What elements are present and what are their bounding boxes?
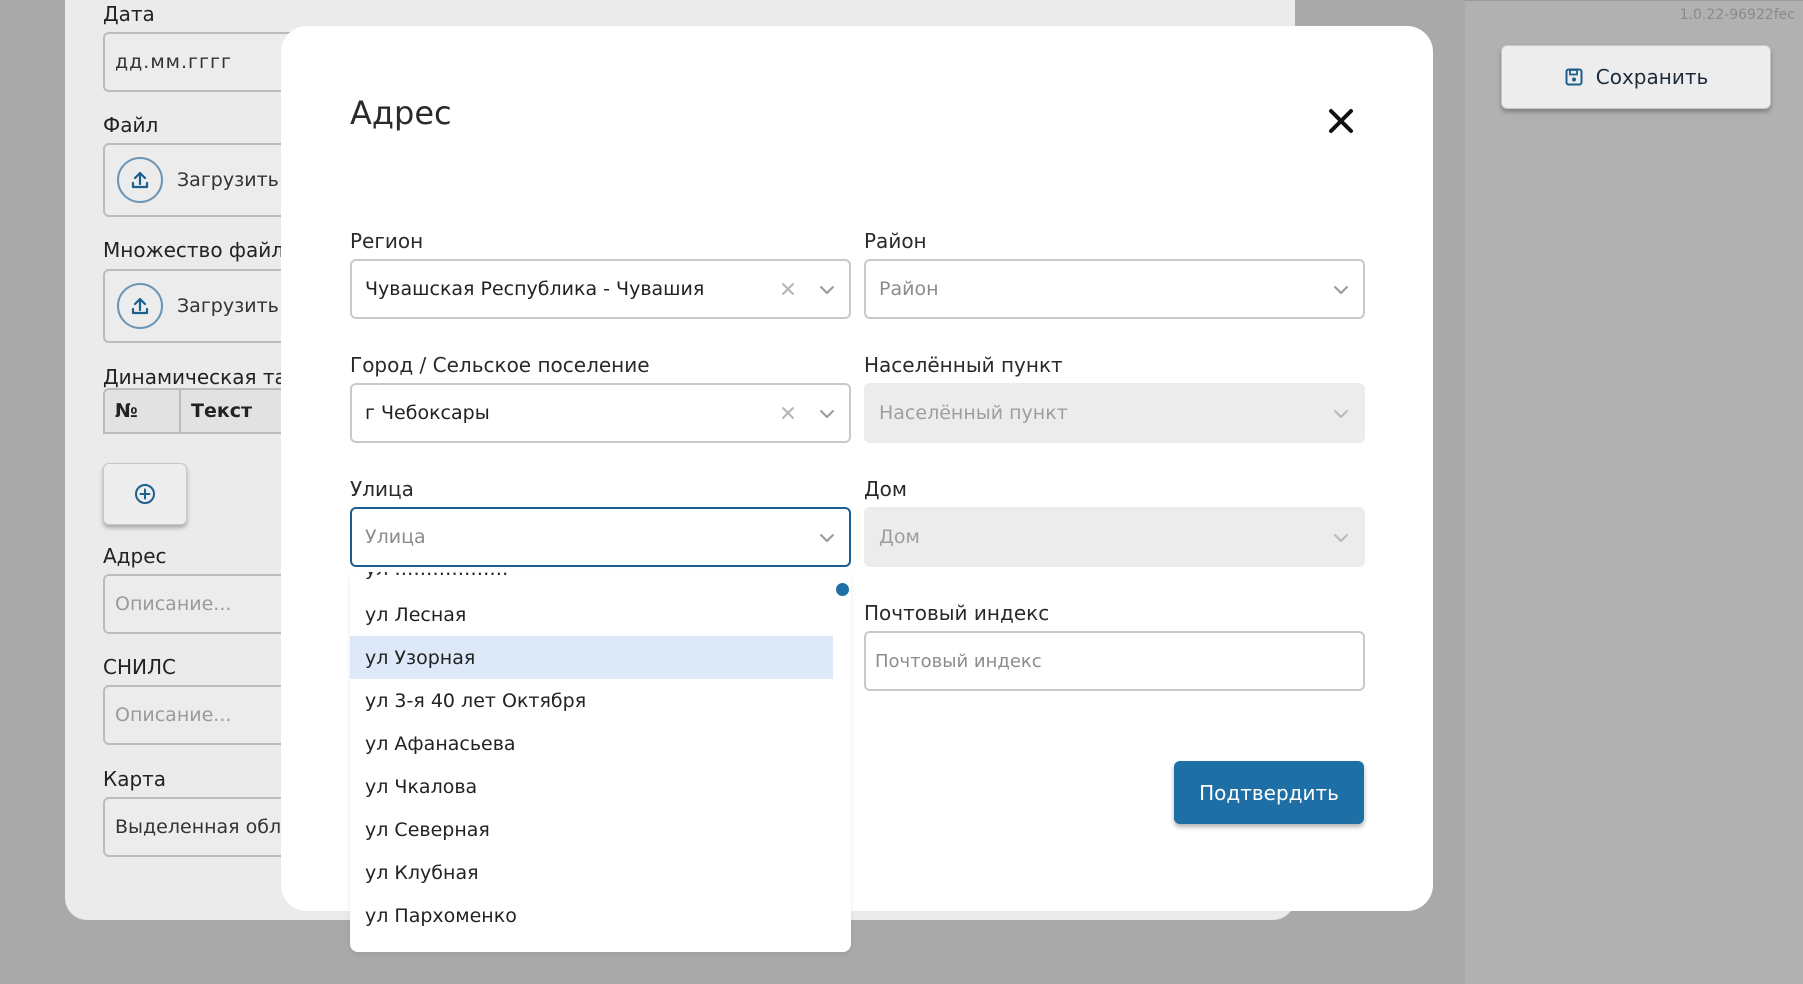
settlement-label: Населённый пункт — [864, 353, 1063, 377]
chevron-down-icon[interactable] — [817, 281, 837, 299]
street-option[interactable]: ул Клубная — [350, 851, 833, 894]
street-option-highlighted[interactable]: ул Узорная — [350, 636, 833, 679]
map-input[interactable]: Выделенная област — [103, 797, 314, 857]
close-button[interactable] — [1325, 105, 1357, 137]
region-label: Регион — [350, 229, 424, 253]
city-label: Город / Сельское поселение — [350, 353, 650, 377]
partial-option-top: ул ……………… — [365, 572, 508, 580]
district-placeholder: Район — [879, 278, 939, 300]
postal-label: Почтовый индекс — [864, 601, 1050, 625]
postal-placeholder: Почтовый индекс — [875, 650, 1042, 672]
postal-input[interactable]: Почтовый индекс — [864, 631, 1365, 691]
table-col-number: № — [105, 390, 181, 432]
chevron-down-icon[interactable] — [1331, 281, 1351, 299]
snils-label: СНИЛС — [103, 655, 176, 679]
street-select[interactable]: Улица — [350, 507, 851, 567]
dropdown-scrollbar-thumb[interactable] — [836, 583, 849, 596]
upload-label: Загрузить с — [177, 295, 296, 317]
house-select: Дом — [864, 507, 1365, 567]
save-button[interactable]: Сохранить — [1501, 45, 1771, 109]
street-option[interactable]: ул Чкалова — [350, 765, 833, 808]
clear-icon[interactable] — [777, 402, 799, 424]
house-placeholder: Дом — [879, 526, 920, 548]
date-placeholder: дд.мм.гггг — [115, 51, 232, 73]
street-option[interactable]: ул 3-я 40 лет Октября — [350, 679, 833, 722]
modal-title: Адрес — [350, 94, 452, 132]
street-option[interactable]: ул Лесная — [350, 593, 833, 636]
street-option[interactable]: ул Афанасьева — [350, 722, 833, 765]
chevron-down-icon — [1334, 410, 1348, 418]
chevron-down-icon[interactable] — [817, 405, 837, 423]
house-label: Дом — [864, 477, 907, 501]
table-col-text: Текст — [191, 400, 253, 422]
clear-icon[interactable] — [777, 278, 799, 300]
upload-label: Загрузить с — [177, 169, 296, 191]
address-label: Адрес — [103, 544, 167, 568]
settlement-placeholder: Населённый пункт — [879, 402, 1068, 424]
date-input[interactable]: дд.мм.гггг — [103, 32, 303, 92]
confirm-button[interactable]: Подтвердить — [1174, 761, 1364, 824]
street-placeholder: Улица — [365, 526, 426, 548]
upload-icon[interactable] — [117, 157, 163, 203]
chevron-down-icon[interactable] — [817, 529, 837, 547]
map-label: Карта — [103, 767, 167, 791]
save-label: Сохранить — [1595, 65, 1709, 89]
city-select[interactable]: г Чебоксары — [350, 383, 851, 443]
settlement-select: Населённый пункт — [864, 383, 1365, 443]
dynamic-table-label: Динамическая таб. — [103, 365, 306, 389]
file-upload-box[interactable]: Загрузить с — [103, 143, 303, 217]
date-label: Дата — [103, 2, 155, 26]
multi-file-label: Множество файлов — [103, 238, 309, 262]
app-version: 1.0.22-96922fec — [1679, 7, 1795, 23]
snils-input[interactable]: Описание... — [103, 685, 303, 745]
dynamic-table-header: № Текст — [103, 388, 303, 434]
snils-placeholder: Описание... — [115, 704, 232, 726]
street-dropdown: ул ……………… ул Лесная ул Узорная ул 3-я 40… — [350, 572, 851, 952]
chevron-down-icon — [1334, 534, 1348, 542]
district-label: Район — [864, 229, 927, 253]
plus-circle-icon — [135, 484, 155, 504]
file-label: Файл — [103, 113, 159, 137]
upload-icon[interactable] — [117, 283, 163, 329]
add-row-button[interactable] — [103, 463, 187, 525]
close-icon — [1329, 109, 1353, 133]
region-select[interactable]: Чувашская Республика - Чувашия — [350, 259, 851, 319]
street-label: Улица — [350, 477, 414, 501]
address-input[interactable]: Описание... — [103, 574, 303, 634]
right-panel: 1.0.22-96922fec — [1465, 0, 1803, 984]
street-option[interactable]: ул Пархоменко — [350, 894, 833, 937]
floppy-disk-icon — [1565, 68, 1583, 86]
street-option[interactable]: ул Северная — [350, 808, 833, 851]
district-select[interactable]: Район — [864, 259, 1365, 319]
address-placeholder: Описание... — [115, 593, 232, 615]
multi-file-upload-box[interactable]: Загрузить с — [103, 269, 303, 343]
